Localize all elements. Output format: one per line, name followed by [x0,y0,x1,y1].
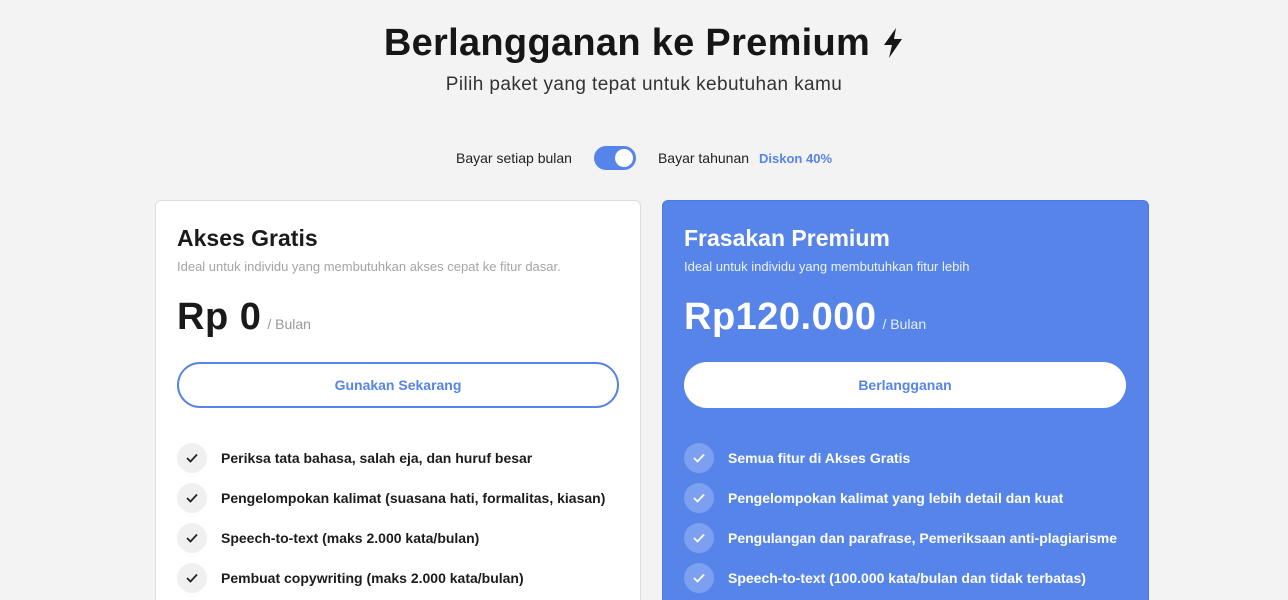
plan-description: Ideal untuk individu yang membutuhkan fi… [684,259,970,274]
feature-text: Semua fitur di Akses Gratis [728,450,911,466]
check-icon [177,563,207,593]
check-icon [177,443,207,473]
feature-text: Speech-to-text (100.000 kata/bulan dan t… [728,570,1086,586]
subscribe-button[interactable]: Berlangganan [684,362,1126,408]
billing-toggle[interactable] [593,146,636,170]
feature-item: Semua fitur di Akses Gratis [684,438,1127,478]
plan-price: Rp120.000 [684,296,877,338]
toggle-knob [614,149,633,167]
feature-text: Pengulangan dan parafrase, Pemeriksaan a… [728,530,1118,546]
price-row: Rp 0 / Bulan [177,296,619,342]
check-icon [684,483,714,513]
plan-name: Akses Gratis [177,224,318,251]
price-period: / Bulan [882,316,927,332]
plan-card-free: Akses Gratis Ideal untuk individu yang m… [155,200,641,600]
feature-item: Speech-to-text (maks 2.000 kata/bulan) [177,518,619,558]
check-icon [684,563,714,593]
check-icon [177,523,207,553]
feature-item: Pengulangan dan parafrase, Pemeriksaan a… [684,518,1127,558]
feature-item: Pengelompokan kalimat (suasana hati, for… [177,478,619,518]
page-header: Berlangganan ke Premium Pilih paket yang… [0,20,1288,96]
plan-description: Ideal untuk individu yang membutuhkan ak… [177,259,561,274]
price-row: Rp120.000 / Bulan [684,296,1127,342]
plan-card-premium: Frasakan Premium Ideal untuk individu ya… [662,200,1149,600]
feature-text: Pengelompokan kalimat (suasana hati, for… [221,490,606,506]
page-title: Berlangganan ke Premium [383,21,871,64]
feature-list: Periksa tata bahasa, salah eja, dan huru… [177,438,619,598]
feature-text: Pembuat copywriting (maks 2.000 kata/bul… [221,570,524,586]
plan-name: Frasakan Premium [684,224,890,251]
yearly-label[interactable]: Bayar tahunan [658,150,749,166]
feature-item: Pembuat copywriting (maks 2.000 kata/bul… [177,558,619,598]
feature-item: Speech-to-text (100.000 kata/bulan dan t… [684,558,1127,598]
billing-toggle-row: Bayar setiap bulan Bayar tahunan Diskon … [0,146,1288,170]
feature-item: Pengelompokan kalimat yang lebih detail … [684,478,1127,518]
check-icon [684,443,714,473]
monthly-label[interactable]: Bayar setiap bulan [456,150,572,166]
check-icon [177,483,207,513]
check-icon [684,523,714,553]
discount-badge: Diskon 40% [759,150,833,166]
lightning-bolt-icon [882,28,904,58]
plan-price: Rp 0 [177,296,262,338]
feature-item: Periksa tata bahasa, salah eja, dan huru… [177,438,619,478]
feature-list: Semua fitur di Akses Gratis Pengelompoka… [684,438,1127,598]
feature-text: Periksa tata bahasa, salah eja, dan huru… [221,450,533,466]
feature-text: Pengelompokan kalimat yang lebih detail … [728,490,1064,506]
page-subtitle: Pilih paket yang tepat untuk kebutuhan k… [445,74,843,95]
feature-text: Speech-to-text (maks 2.000 kata/bulan) [221,530,480,546]
use-now-button[interactable]: Gunakan Sekarang [177,362,619,408]
price-period: / Bulan [267,316,311,332]
title-row: Berlangganan ke Premium [0,20,1288,66]
